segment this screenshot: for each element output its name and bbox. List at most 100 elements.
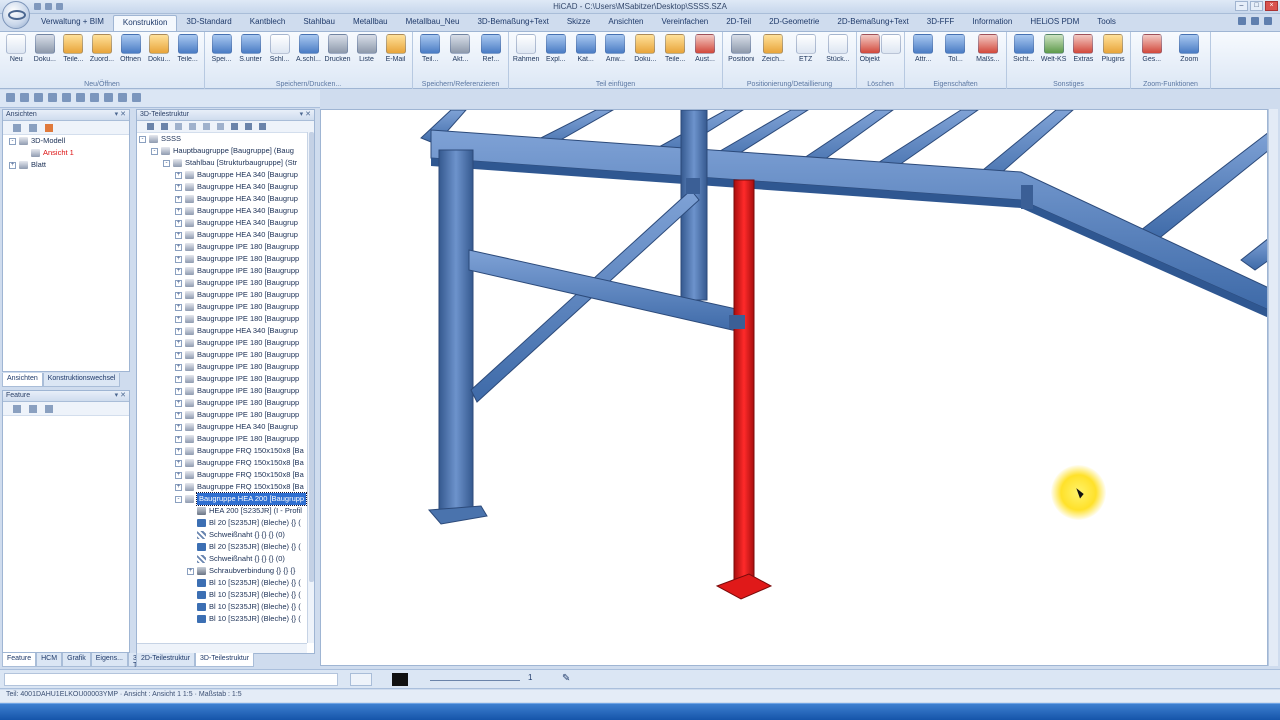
copy-icon[interactable] [48, 93, 57, 102]
expand-icon[interactable]: + [175, 292, 182, 299]
tab-stahlbau[interactable]: Stahlbau [294, 15, 344, 31]
expand-icon[interactable]: + [187, 568, 194, 575]
qat-redo-icon[interactable] [56, 3, 63, 10]
tree-item[interactable]: Bl 20 [S235JR] (Bleche) {} ( [137, 517, 314, 529]
tree-vertical-scrollbar[interactable] [307, 132, 314, 643]
tree-item[interactable]: + Baugruppe IPE 180 [Baugrupp [137, 301, 314, 313]
tab-kantblech[interactable]: Kantblech [241, 15, 295, 31]
expand-icon[interactable]: + [175, 316, 182, 323]
expand-icon[interactable]: + [175, 256, 182, 263]
expand-icon[interactable]: + [175, 472, 182, 479]
ribbon-button-list[interactable]: Liste [354, 34, 380, 63]
command-input[interactable] [4, 673, 338, 686]
tree-item[interactable]: + Baugruppe IPE 180 [Baugrupp [137, 397, 314, 409]
ribbon-button-positioning[interactable]: Positionieren [728, 34, 754, 63]
tree-tool-icon[interactable] [245, 123, 252, 130]
undo-icon[interactable] [76, 93, 85, 102]
tree-item[interactable]: Bl 20 [S235JR] (Bleche) {} ( [137, 541, 314, 553]
ribbon-button-update[interactable]: Akt... [447, 34, 473, 63]
collapse-icon[interactable]: - [175, 496, 182, 503]
expand-icon[interactable]: + [175, 280, 182, 287]
tree-item[interactable]: + Baugruppe IPE 180 [Baugrupp [137, 349, 314, 361]
tree-tool-icon[interactable] [175, 123, 182, 130]
expand-icon[interactable]: + [175, 232, 182, 239]
collapse-icon[interactable]: - [151, 148, 158, 155]
tree-item[interactable]: + Baugruppe HEA 340 [Baugrup [137, 229, 314, 241]
redo-icon[interactable] [90, 93, 99, 102]
ribbon-button-parts[interactable]: Teile... [60, 34, 86, 63]
tree-item[interactable]: Bl 10 [S235JR] (Bleche) {} ( [137, 601, 314, 613]
expand-icon[interactable]: + [175, 352, 182, 359]
ribbon-button-extras[interactable]: Extras [1070, 34, 1096, 63]
tab-2d-bema-ung-text[interactable]: 2D-Bemaßung+Text [828, 15, 917, 31]
ribbon-button-scale[interactable]: Maßs... [975, 34, 1001, 63]
ribbon-button-email[interactable]: E-Mail [383, 34, 409, 63]
print-small-icon[interactable] [62, 93, 71, 102]
ribbon-button-new-file[interactable]: Neu [3, 34, 29, 63]
expand-icon[interactable]: + [175, 460, 182, 467]
expand-icon[interactable]: + [175, 268, 182, 275]
ribbon-button-document[interactable]: Doku... [32, 34, 58, 63]
grid-icon[interactable] [20, 93, 29, 102]
tab-information[interactable]: Information [963, 15, 1021, 31]
expand-icon[interactable]: + [175, 340, 182, 347]
tree-item[interactable]: Bl 10 [S235JR] (Bleche) {} ( [137, 613, 314, 625]
ribbon-button-world-cs[interactable]: Welt-KS [1041, 34, 1067, 63]
ribbon-button-delete-object[interactable]: Objekt [859, 34, 881, 63]
measure-icon[interactable] [104, 93, 113, 102]
panel-tab[interactable]: 2D-Teilestruktur [136, 653, 196, 667]
ribbon-button-print[interactable]: Drucken [325, 34, 351, 63]
tab-tools[interactable]: Tools [1088, 15, 1125, 31]
tab-3d-bema-ung-text[interactable]: 3D-Bemaßung+Text [468, 15, 557, 31]
tree-item[interactable]: + Baugruppe FRQ 150x150x8 [Ba [137, 481, 314, 493]
tree-item[interactable]: + Baugruppe IPE 180 [Baugrupp [137, 385, 314, 397]
panel-pin-close-icon[interactable]: ▾ ✕ [300, 110, 311, 118]
ribbon-button-replace[interactable]: Aust... [692, 34, 718, 63]
views-tool-icon[interactable] [13, 124, 21, 132]
ribbon-button-open-folder[interactable]: Öffnen [118, 34, 144, 63]
tree-item[interactable]: + Baugruppe IPE 180 [Baugrupp [137, 373, 314, 385]
tree-item[interactable]: - Baugruppe HEA 200 [Baugrupp [137, 492, 314, 506]
views-delete-icon[interactable] [45, 124, 53, 132]
collapse-icon[interactable]: - [139, 136, 146, 143]
expand-icon[interactable]: + [175, 184, 182, 191]
tree-item[interactable]: + Baugruppe IPE 180 [Baugrupp [137, 265, 314, 277]
qat-save-icon[interactable] [34, 3, 41, 10]
layer-value[interactable]: 1 [528, 673, 532, 686]
ribbon-button-close-all[interactable]: A.schl... [296, 34, 322, 63]
minimize-ribbon-icon[interactable] [1251, 17, 1259, 25]
panel-pin-close-icon[interactable]: ▾ ✕ [115, 110, 126, 118]
expand-icon[interactable]: + [175, 436, 182, 443]
ribbon-button-etz[interactable]: ETZ [793, 34, 819, 63]
ribbon-button-document-open[interactable]: Doku... [146, 34, 172, 63]
panel-tab[interactable]: 3D-Teilestruktur [195, 653, 255, 667]
panel-tab[interactable]: Eigens... [90, 653, 128, 667]
tab-metallbau-neu[interactable]: Metallbau_Neu [397, 15, 469, 31]
ribbon-button-parts-open[interactable]: Teile... [175, 34, 201, 63]
tab-3d-fff[interactable]: 3D-FFF [918, 15, 964, 31]
ribbon-button-tolerance[interactable]: Tol... [942, 34, 968, 63]
tree-item[interactable]: + Baugruppe IPE 180 [Baugrupp [137, 433, 314, 445]
ribbon-button-explorer[interactable]: Expl... [543, 34, 569, 63]
expand-icon[interactable]: + [175, 328, 182, 335]
tree-item[interactable]: Schweißnaht {} {} {} (0) [137, 529, 314, 541]
steel-structure-model[interactable] [321, 110, 1268, 666]
tree-item[interactable]: Bl 10 [S235JR] (Bleche) {} ( [137, 577, 314, 589]
tree-item[interactable]: + Baugruppe FRQ 150x150x8 [Ba [137, 469, 314, 481]
tab-3d-standard[interactable]: 3D-Standard [177, 15, 240, 31]
linetype-selector[interactable] [430, 673, 520, 681]
minimize-icon[interactable]: – [1235, 1, 1248, 11]
tab-ansichten[interactable]: Ansichten [599, 15, 652, 31]
tree-item[interactable]: + Schraubverbindung {} {} {} [137, 565, 314, 577]
tree-item[interactable]: + Baugruppe HEA 340 [Baugrup [137, 181, 314, 193]
tree-item[interactable]: + Baugruppe IPE 180 [Baugrupp [137, 277, 314, 289]
tab-2d-teil[interactable]: 2D-Teil [717, 15, 760, 31]
expand-icon[interactable]: + [175, 484, 182, 491]
tree-item[interactable]: + Baugruppe HEA 340 [Baugrup [137, 421, 314, 433]
panel-tab[interactable]: Feature [2, 653, 37, 667]
tree-item[interactable]: Ansicht 1 [3, 147, 129, 159]
expand-icon[interactable]: + [175, 172, 182, 179]
tree-item[interactable]: + Baugruppe HEA 340 [Baugrup [137, 205, 314, 217]
tree-settings-icon[interactable] [132, 93, 141, 102]
3d-viewport[interactable] [320, 109, 1268, 666]
